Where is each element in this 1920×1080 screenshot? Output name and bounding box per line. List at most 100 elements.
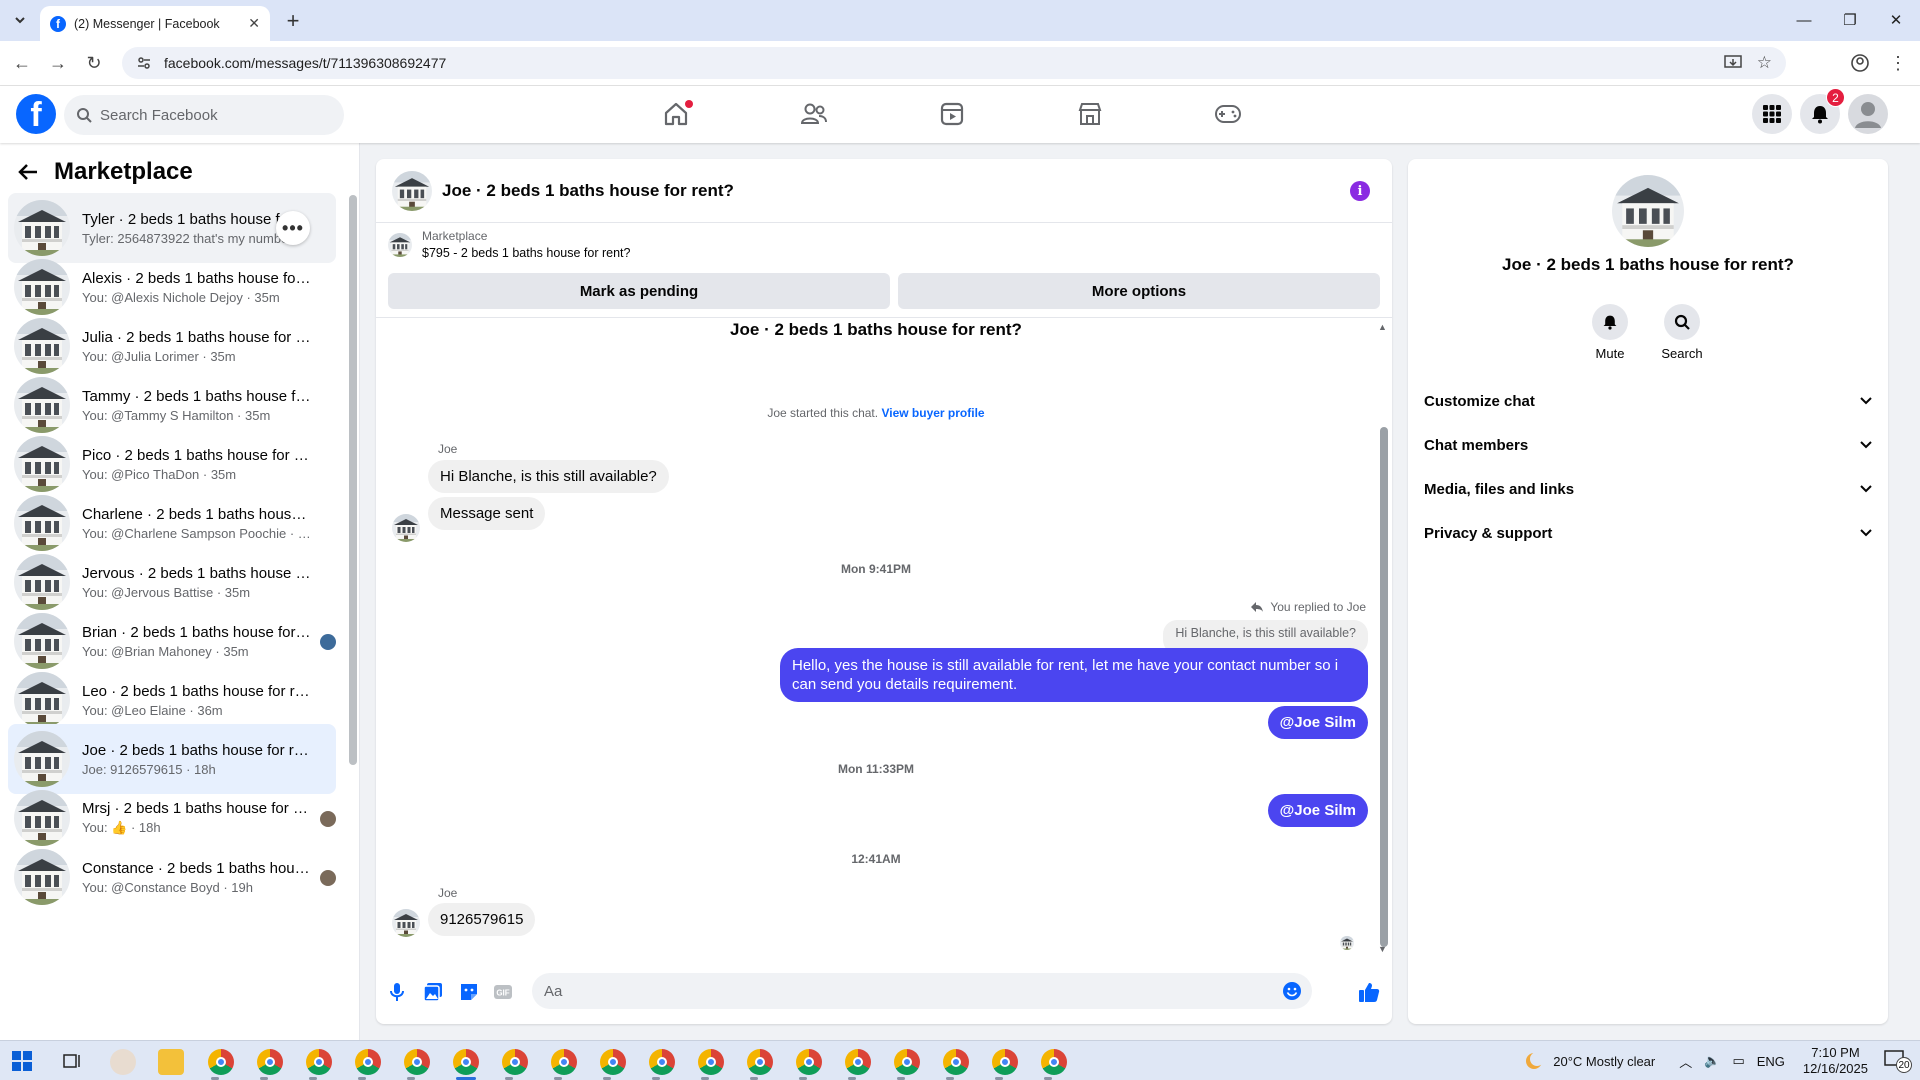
file-explorer-icon[interactable] [158, 1049, 184, 1075]
back-icon[interactable]: ← [10, 51, 34, 75]
browser-menu-icon[interactable]: ⋮ [1886, 51, 1910, 75]
thread-title: Joe · 2 beds 1 baths house for rent? [730, 320, 1022, 339]
list-item[interactable]: Constance · 2 beds 1 baths house for ren… [8, 842, 336, 912]
chevron-down-icon [1860, 485, 1872, 493]
chat-members-row[interactable]: Chat members [1424, 425, 1872, 465]
chrome-window-icon[interactable] [208, 1049, 234, 1075]
row-label: Privacy & support [1424, 524, 1553, 542]
list-scrollbar[interactable] [349, 195, 357, 765]
home-nav[interactable] [620, 94, 732, 134]
sender-avatar[interactable] [392, 909, 420, 937]
account-avatar[interactable] [1848, 94, 1888, 134]
close-tab-icon[interactable]: ✕ [248, 15, 260, 32]
browser-tab[interactable]: f (2) Messenger | Facebook ✕ [40, 6, 270, 41]
emoji-icon[interactable] [1282, 981, 1302, 1001]
conversation-preview: Joe: 9126579615 · 18h [82, 761, 216, 777]
facebook-logo-icon[interactable]: f [16, 94, 56, 134]
chrome-window-icon[interactable] [992, 1049, 1018, 1075]
gif-icon[interactable]: GIF [492, 981, 514, 1003]
attach-photo-icon[interactable] [422, 981, 444, 1003]
video-nav[interactable] [896, 94, 1008, 134]
chrome-window-icon[interactable] [747, 1049, 773, 1075]
chrome-window-icon[interactable] [355, 1049, 381, 1075]
chrome-window-icon[interactable] [698, 1049, 724, 1075]
chrome-window-icon[interactable] [796, 1049, 822, 1075]
language-indicator[interactable]: ENG [1757, 1054, 1785, 1069]
chrome-window-icon[interactable] [257, 1049, 283, 1075]
scroll-up-icon[interactable]: ▲ [1378, 322, 1387, 332]
volume-icon[interactable]: 🔈 [1704, 1053, 1720, 1069]
conversation-preview: You: @Pico ThaDon · 35m [82, 466, 237, 482]
reload-icon[interactable]: ↻ [82, 51, 106, 75]
taskbar-app-icon[interactable] [110, 1049, 136, 1075]
menu-button[interactable] [1752, 94, 1792, 134]
chrome-window-icon[interactable] [453, 1049, 479, 1075]
facebook-search[interactable]: Search Facebook [64, 95, 344, 135]
message-input[interactable]: Aa [532, 973, 1312, 1009]
video-icon [940, 102, 964, 126]
sticker-icon[interactable] [458, 981, 480, 1003]
info-icon[interactable]: i [1350, 181, 1370, 201]
more-options-icon[interactable]: ••• [276, 211, 310, 245]
chrome-window-icon[interactable] [404, 1049, 430, 1075]
seen-avatar [320, 870, 336, 886]
media-files-links-row[interactable]: Media, files and links [1424, 469, 1872, 509]
chrome-window-icon[interactable] [306, 1049, 332, 1075]
seen-receipt-avatar [1340, 936, 1354, 950]
profile-icon[interactable] [1848, 51, 1872, 75]
outgoing-mention[interactable]: @Joe Silm [1267, 706, 1368, 739]
clock[interactable]: 7:10 PM 12/16/2025 [1803, 1045, 1868, 1077]
chrome-window-icon[interactable] [845, 1049, 871, 1075]
weather-text[interactable]: 20°C Mostly clear [1553, 1054, 1655, 1069]
tab-search-icon[interactable] [8, 8, 32, 32]
notification-badge: 2 [1826, 88, 1845, 107]
sender-avatar[interactable] [392, 514, 420, 542]
privacy-support-row[interactable]: Privacy & support [1424, 513, 1872, 553]
thread-scrollbar[interactable] [1380, 427, 1388, 947]
incoming-message[interactable]: Hi Blanche, is this still available? [428, 460, 669, 493]
window-close-icon[interactable]: ✕ [1886, 10, 1906, 30]
chrome-window-icon[interactable] [649, 1049, 675, 1075]
mute-action[interactable]: Mute [1580, 304, 1640, 361]
marketplace-nav[interactable] [1034, 94, 1146, 134]
notification-center-icon[interactable]: 20 [1884, 1049, 1912, 1073]
restore-icon[interactable]: ❐ [1840, 10, 1860, 30]
outgoing-mention[interactable]: @Joe Silm [1267, 794, 1368, 827]
chat-avatar[interactable] [392, 170, 432, 211]
task-view-icon[interactable] [62, 1051, 82, 1071]
friends-nav[interactable] [758, 94, 870, 134]
address-bar[interactable]: facebook.com/messages/t/711396308692477 … [122, 47, 1786, 79]
chat-title[interactable]: Joe · 2 beds 1 baths house for rent? [442, 181, 734, 201]
replied-to-text: You replied to Joe [1270, 600, 1366, 614]
install-app-icon[interactable] [1724, 55, 1742, 71]
chrome-window-icon[interactable] [502, 1049, 528, 1075]
tray-chevron-icon[interactable]: ︿ [1679, 1052, 1692, 1071]
gaming-nav[interactable] [1172, 94, 1284, 134]
customize-chat-row[interactable]: Customize chat [1424, 381, 1872, 421]
chrome-window-icon[interactable] [600, 1049, 626, 1075]
more-options-button[interactable]: More options [898, 273, 1380, 309]
conversation-name: Alexis · 2 beds 1 baths house for rent? [82, 269, 312, 287]
search-action[interactable]: Search [1652, 304, 1712, 361]
minimize-icon[interactable]: — [1794, 10, 1814, 30]
chrome-window-icon[interactable] [894, 1049, 920, 1075]
voice-clip-icon[interactable] [386, 981, 408, 1003]
mark-as-pending-button[interactable]: Mark as pending [388, 273, 890, 309]
chrome-window-icon[interactable] [1041, 1049, 1067, 1075]
new-tab-button[interactable]: + [280, 8, 306, 34]
chrome-window-icon[interactable] [943, 1049, 969, 1075]
incoming-message[interactable]: Message sent [428, 497, 546, 530]
chrome-window-icon[interactable] [551, 1049, 577, 1075]
windows-start-icon[interactable] [12, 1051, 32, 1071]
details-avatar[interactable] [1612, 175, 1684, 247]
outgoing-message[interactable]: Hello, yes the house is still available … [780, 648, 1368, 702]
forward-icon[interactable]: → [46, 51, 70, 75]
marketplace-listing-banner[interactable]: Marketplace $795 - 2 beds 1 baths house … [388, 229, 630, 260]
incoming-message[interactable]: 9126579615 [428, 903, 536, 936]
bookmark-star-icon[interactable]: ☆ [1757, 53, 1772, 73]
network-icon[interactable]: ▭ [1732, 1053, 1744, 1069]
view-buyer-profile-link[interactable]: View buyer profile [881, 406, 984, 420]
site-info-icon[interactable] [136, 55, 152, 71]
back-arrow-icon[interactable] [18, 163, 38, 181]
thumbs-up-icon[interactable] [1358, 981, 1380, 1003]
